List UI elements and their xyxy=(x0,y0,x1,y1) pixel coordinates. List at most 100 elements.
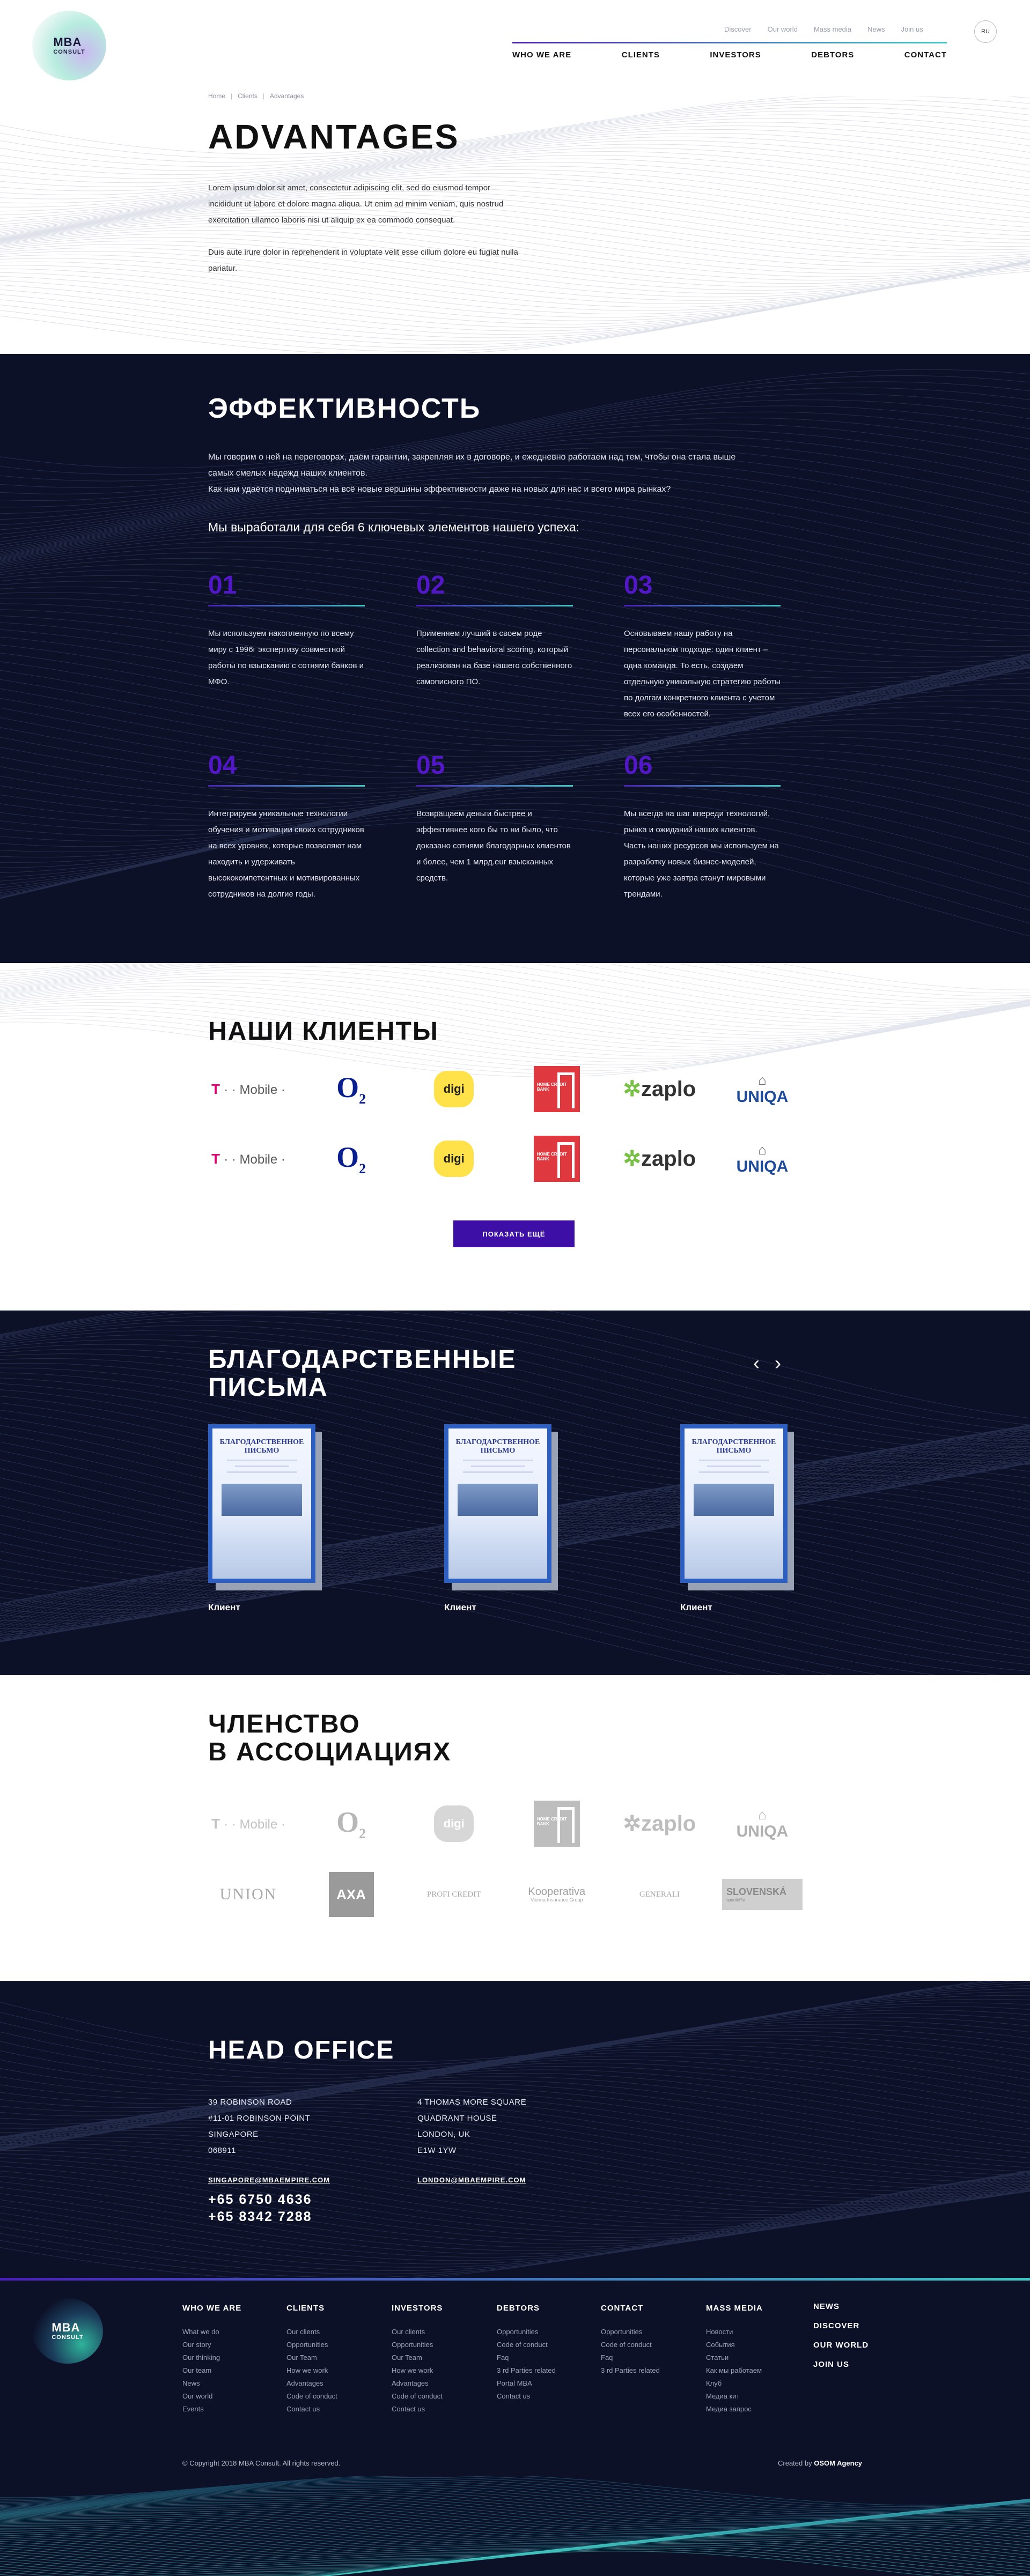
footer-link[interactable]: Медиа кит xyxy=(706,2390,763,2403)
email-london-link[interactable]: LONDON@MBAEMPIRE.COM xyxy=(417,2176,526,2184)
main-nav-debtors[interactable]: DEBTORS xyxy=(811,50,854,60)
association-logo-slovenska[interactable]: SLOVENSKÁsporiteľňa xyxy=(722,1872,803,1916)
letter-card[interactable]: БЛАГОДАРСТВЕННОЕ ПИСЬМО Клиент xyxy=(208,1424,326,1601)
footer-link[interactable]: How we work xyxy=(392,2364,443,2377)
footer-link[interactable]: Our world xyxy=(182,2390,241,2403)
client-logo-o2[interactable]: O2 xyxy=(311,1067,392,1111)
footer-link[interactable]: Our clients xyxy=(286,2326,337,2338)
association-logo-zaplo[interactable]: ✲zaplo xyxy=(619,1802,700,1846)
footer-link[interactable]: Events xyxy=(182,2403,241,2416)
footer-column-title[interactable]: CLIENTS xyxy=(286,2304,337,2313)
top-nav-news[interactable]: News xyxy=(867,25,885,33)
client-logo-homecredit[interactable]: HOME CREDIT BANK xyxy=(517,1067,597,1111)
client-logo-uniqa[interactable]: ⌂UNIQA xyxy=(722,1067,803,1111)
main-nav-clients[interactable]: CLIENTS xyxy=(622,50,660,60)
association-logo-kooperativa[interactable]: KooperativaVienna Insurance Group xyxy=(517,1872,597,1916)
client-logo-uniqa[interactable]: ⌂UNIQA xyxy=(722,1137,803,1181)
footer-link[interactable]: 3 rd Parties related xyxy=(497,2364,556,2377)
footer-link[interactable]: События xyxy=(706,2338,763,2351)
client-logo-tmobile[interactable]: T · · Mobile · xyxy=(208,1137,289,1181)
association-logo-union[interactable]: UNION xyxy=(208,1872,289,1916)
email-singapore-link[interactable]: SINGAPORE@MBAEMPIRE.COM xyxy=(208,2176,330,2184)
footer-link[interactable]: Статьи xyxy=(706,2351,763,2364)
footer-link[interactable]: Code of conduct xyxy=(601,2338,660,2351)
footer-column-title[interactable]: CONTACT xyxy=(601,2304,660,2313)
footer-link[interactable]: Advantages xyxy=(392,2377,443,2390)
letter-card[interactable]: БЛАГОДАРСТВЕННОЕ ПИСЬМО Клиент xyxy=(680,1424,798,1601)
footer-link[interactable]: Code of conduct xyxy=(392,2390,443,2403)
association-logo-o2[interactable]: O2 xyxy=(311,1802,392,1846)
show-more-button[interactable]: ПОКАЗАТЬ ЕЩЁ xyxy=(453,1220,575,1247)
phone-link-2[interactable]: +65 8342 7288 xyxy=(208,2208,312,2225)
top-nav-mass-media[interactable]: Mass media xyxy=(814,25,851,33)
credit-agency-link[interactable]: OSOM Agency xyxy=(814,2459,862,2467)
footer-link[interactable]: Our team xyxy=(182,2364,241,2377)
association-logo-profi-credit[interactable]: PROFI CREDIT xyxy=(414,1872,494,1916)
footer-column-title[interactable]: INVESTORS xyxy=(392,2304,443,2313)
footer-link[interactable]: How we work xyxy=(286,2364,337,2377)
association-logo-tmobile[interactable]: T · · Mobile · xyxy=(208,1802,289,1846)
footer-link[interactable]: 3 rd Parties related xyxy=(601,2364,660,2377)
client-logo-zaplo[interactable]: ✲zaplo xyxy=(619,1067,700,1111)
footer-link[interactable]: Opportunities xyxy=(392,2338,443,2351)
association-logo-generali[interactable]: GENERALI xyxy=(619,1872,700,1916)
footer-logo[interactable]: MBACONSULT xyxy=(32,2298,103,2364)
footer-link[interactable]: What we do xyxy=(182,2326,241,2338)
footer-link[interactable]: Opportunities xyxy=(497,2326,556,2338)
letter-card[interactable]: БЛАГОДАРСТВЕННОЕ ПИСЬМО Клиент xyxy=(444,1424,562,1601)
main-nav-who-we-are[interactable]: WHO WE ARE xyxy=(512,50,571,60)
footer-link[interactable]: Contact us xyxy=(392,2403,443,2416)
footer-link[interactable]: Portal MBA xyxy=(497,2377,556,2390)
footer-link-our-world[interactable]: OUR WORLD xyxy=(813,2336,869,2355)
item-number: 05 xyxy=(416,753,573,779)
footer-link[interactable]: Медиа запрос xyxy=(706,2403,763,2416)
chevron-right-icon[interactable]: › xyxy=(775,1353,781,1373)
footer-link[interactable]: Как мы работаем xyxy=(706,2364,763,2377)
footer-link-news[interactable]: NEWS xyxy=(813,2297,869,2316)
client-logo-digi[interactable]: digi xyxy=(414,1137,494,1181)
footer-column-title[interactable]: MASS MEDIA xyxy=(706,2304,763,2313)
client-logo-digi[interactable]: digi xyxy=(414,1067,494,1111)
footer-link[interactable]: News xyxy=(182,2377,241,2390)
footer-link[interactable]: Новости xyxy=(706,2326,763,2338)
footer-link-join-us[interactable]: JOIN US xyxy=(813,2355,869,2374)
client-logo-homecredit[interactable]: HOME CREDIT BANK xyxy=(517,1137,597,1181)
phone-link-1[interactable]: +65 6750 4636 xyxy=(208,2191,312,2208)
association-logo-uniqa[interactable]: ⌂UNIQA xyxy=(722,1802,803,1846)
main-nav-contact[interactable]: CONTACT xyxy=(904,50,947,60)
footer-column-title[interactable]: DEBTORS xyxy=(497,2304,556,2313)
footer-link[interactable]: Faq xyxy=(601,2351,660,2364)
footer-link[interactable]: Our Team xyxy=(286,2351,337,2364)
footer-link[interactable]: Opportunities xyxy=(286,2338,337,2351)
footer-link[interactable]: Our story xyxy=(182,2338,241,2351)
association-logo-homecredit[interactable]: HOME CREDIT BANK xyxy=(517,1802,597,1846)
footer-link[interactable]: Our thinking xyxy=(182,2351,241,2364)
footer-link[interactable]: Code of conduct xyxy=(286,2390,337,2403)
logo[interactable]: MBACONSULT xyxy=(32,11,106,80)
main-nav-investors[interactable]: INVESTORS xyxy=(710,50,761,60)
footer-link[interactable]: Contact us xyxy=(286,2403,337,2416)
association-logo-axa[interactable]: AXA xyxy=(311,1872,392,1916)
footer-link[interactable]: Advantages xyxy=(286,2377,337,2390)
chevron-left-icon[interactable]: ‹ xyxy=(753,1353,760,1373)
footer-link[interactable]: Our clients xyxy=(392,2326,443,2338)
breadcrumb-clients[interactable]: Clients xyxy=(238,92,258,100)
footer-link[interactable]: Code of conduct xyxy=(497,2338,556,2351)
association-logo-digi[interactable]: digi xyxy=(414,1802,494,1846)
footer-link[interactable]: Клуб xyxy=(706,2377,763,2390)
footer-link-discover[interactable]: DISCOVER xyxy=(813,2316,869,2336)
footer-link[interactable]: Opportunities xyxy=(601,2326,660,2338)
breadcrumb-home[interactable]: Home xyxy=(208,92,225,100)
item-divider xyxy=(624,785,781,787)
client-logo-o2[interactable]: O2 xyxy=(311,1137,392,1181)
language-switch-button[interactable]: RU xyxy=(974,20,997,43)
top-nav-discover[interactable]: Discover xyxy=(724,25,752,33)
footer-link[interactable]: Our Team xyxy=(392,2351,443,2364)
footer-link[interactable]: Faq xyxy=(497,2351,556,2364)
top-nav-join-us[interactable]: Join us xyxy=(901,25,923,33)
top-nav-our-world[interactable]: Our world xyxy=(768,25,798,33)
footer-column-title[interactable]: WHO WE ARE xyxy=(182,2304,241,2313)
client-logo-tmobile[interactable]: T · · Mobile · xyxy=(208,1067,289,1111)
client-logo-zaplo[interactable]: ✲zaplo xyxy=(619,1137,700,1181)
footer-link[interactable]: Contact us xyxy=(497,2390,556,2403)
